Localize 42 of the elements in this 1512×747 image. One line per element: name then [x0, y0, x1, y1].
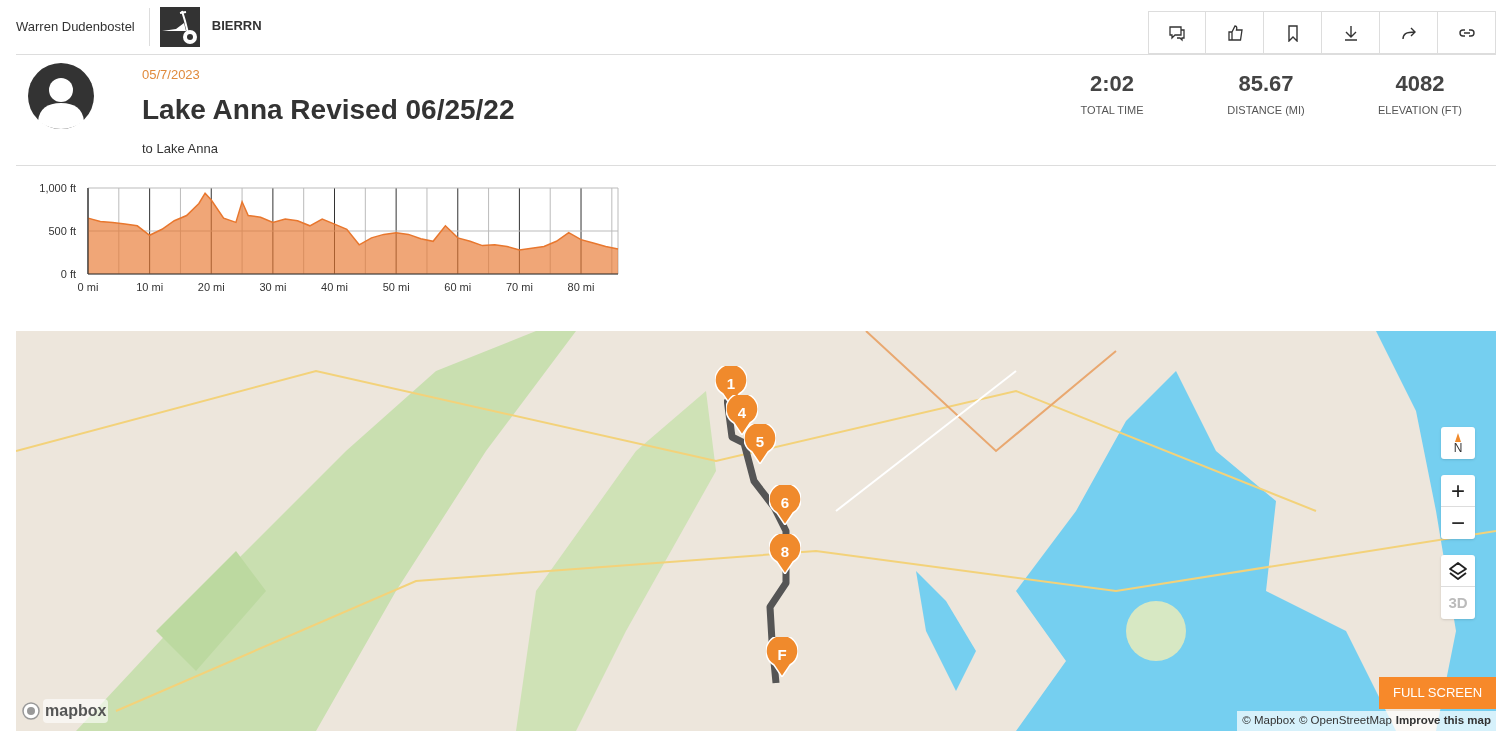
layers-icon	[1448, 560, 1468, 581]
ride-date: 05/7/2023	[142, 66, 201, 84]
x-tick-label: 30 mi	[259, 281, 287, 293]
zoom-out-button[interactable]: −	[1441, 507, 1475, 539]
ride-subtitle: to Lake Anna	[142, 139, 219, 158]
stat-value: 4082	[1395, 70, 1445, 98]
action-button[interactable]	[1438, 11, 1496, 54]
x-tick-label: 70 mi	[505, 281, 533, 293]
attribution-link[interactable]: © OpenStreetMap	[1298, 712, 1392, 730]
avatar-icon	[28, 63, 94, 129]
y-tick-label: 1,000 ft	[39, 182, 76, 194]
x-tick-label: 0 mi	[77, 281, 99, 293]
thumbs-up-icon	[1225, 23, 1244, 42]
action-button[interactable]	[1206, 11, 1264, 54]
x-tick-label: 60 mi	[444, 281, 472, 293]
y-tick-label: 500 ft	[48, 225, 76, 237]
ride-title: Lake Anna Revised 06/25/22	[142, 92, 515, 127]
user-name[interactable]: Warren Dudenbostel	[16, 8, 150, 46]
x-tick-label: 80 mi	[567, 281, 595, 293]
x-tick-label: 50 mi	[382, 281, 410, 293]
zoom-in-button[interactable]: +	[1441, 475, 1475, 507]
stat-value: 2:02	[1089, 70, 1134, 98]
bike-name[interactable]: BIERRN	[211, 16, 262, 36]
stat-label: ELEVATION (FT)	[1378, 103, 1462, 118]
action-button[interactable]	[1264, 11, 1322, 54]
mapbox-logo-icon	[22, 702, 40, 720]
compass-button[interactable]: N	[1441, 427, 1475, 459]
attribution-link[interactable]: © Mapbox	[1242, 712, 1295, 730]
x-tick-label: 20 mi	[197, 281, 225, 293]
y-tick-label: 0 ft	[60, 268, 76, 280]
action-button[interactable]	[1322, 11, 1380, 54]
x-tick-label: 40 mi	[321, 281, 348, 293]
stat-value: 85.67	[1238, 70, 1294, 98]
stat-label: DISTANCE (MI)	[1227, 103, 1305, 118]
mapbox-logo[interactable]: mapbox	[43, 699, 109, 723]
north-arrow-icon	[1455, 432, 1461, 442]
comment-icon	[1168, 23, 1186, 42]
x-tick-label: 10 mi	[136, 281, 164, 293]
stat-label: TOTAL TIME	[1080, 103, 1144, 118]
action-button[interactable]	[1148, 11, 1206, 54]
motorcycle-icon	[159, 7, 200, 47]
improve-map-link[interactable]: Improve this map	[1395, 712, 1491, 730]
